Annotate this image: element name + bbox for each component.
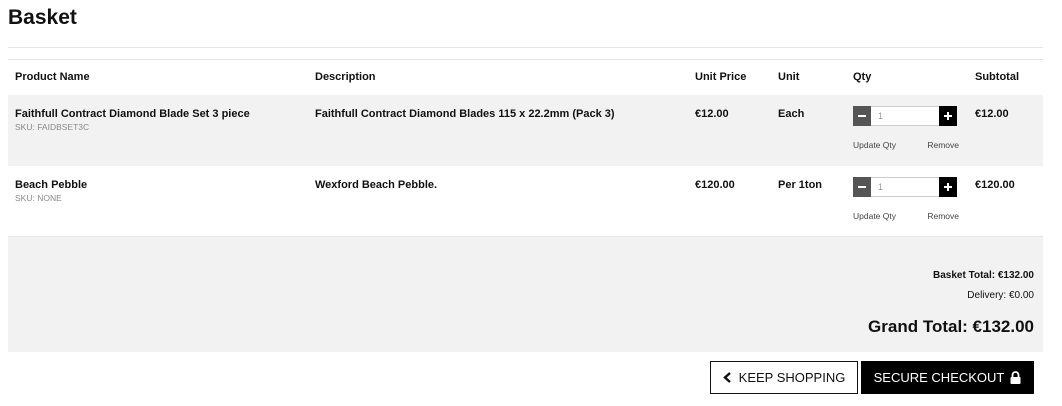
- subtotal: €120.00: [968, 165, 1043, 237]
- header-unit: Unit: [771, 59, 846, 95]
- unit-price: €120.00: [688, 165, 771, 237]
- header-qty: Qty: [846, 59, 968, 95]
- qty-increase-button[interactable]: [939, 105, 957, 126]
- qty-input[interactable]: [871, 105, 939, 126]
- header-description: Description: [308, 59, 688, 95]
- quantity-stepper: [853, 105, 968, 127]
- secure-checkout-button[interactable]: SECURE CHECKOUT: [861, 361, 1034, 394]
- remove-link[interactable]: Remove: [927, 140, 959, 150]
- delivery-cost: Delivery: €0.00: [967, 290, 1034, 301]
- totals-panel: Basket Total: €132.00 Delivery: €0.00 Gr…: [8, 237, 1043, 352]
- qty-cell: Update Qty Remove: [846, 165, 968, 237]
- update-qty-link[interactable]: Update Qty: [853, 211, 896, 221]
- table-row: Beach Pebble SKU: NONE Wexford Beach Peb…: [8, 165, 1043, 237]
- product-description: Faithfull Contract Diamond Blades 115 x …: [308, 94, 688, 166]
- qty-input[interactable]: [871, 176, 939, 197]
- qty-decrease-button[interactable]: [853, 176, 871, 197]
- product-cell: Faithfull Contract Diamond Blade Set 3 p…: [8, 94, 308, 166]
- title-divider: [8, 47, 1043, 48]
- product-sku: SKU: NONE: [15, 192, 62, 203]
- minus-icon: [858, 114, 866, 117]
- keep-shopping-button[interactable]: KEEP SHOPPING: [710, 361, 858, 394]
- unit: Per 1ton: [771, 165, 846, 237]
- table-header-row: Product Name Description Unit Price Unit…: [8, 59, 1043, 95]
- product-name: Faithfull Contract Diamond Blade Set 3 p…: [15, 107, 250, 120]
- qty-cell: Update Qty Remove: [846, 94, 968, 166]
- keep-shopping-label: KEEP SHOPPING: [738, 370, 846, 385]
- qty-increase-button[interactable]: [939, 176, 957, 197]
- quantity-stepper: [853, 176, 968, 198]
- remove-link[interactable]: Remove: [927, 211, 959, 221]
- grand-total: Grand Total: €132.00: [868, 317, 1034, 336]
- unit: Each: [771, 94, 846, 166]
- header-product-name: Product Name: [8, 59, 308, 95]
- product-sku: SKU: FAIDBSET3C: [15, 121, 90, 132]
- subtotal: €12.00: [968, 94, 1043, 166]
- product-cell: Beach Pebble SKU: NONE: [8, 165, 308, 237]
- basket-table: Product Name Description Unit Price Unit…: [8, 59, 1043, 237]
- header-unit-price: Unit Price: [688, 59, 771, 95]
- plus-icon: [944, 182, 952, 191]
- qty-decrease-button[interactable]: [853, 105, 871, 126]
- update-qty-link[interactable]: Update Qty: [853, 140, 896, 150]
- table-row: Faithfull Contract Diamond Blade Set 3 p…: [8, 94, 1043, 166]
- product-name: Beach Pebble: [15, 178, 88, 191]
- page-title: Basket: [8, 6, 77, 29]
- lock-icon: [1010, 371, 1021, 384]
- header-subtotal: Subtotal: [968, 59, 1043, 95]
- unit-price: €12.00: [688, 94, 771, 166]
- chevron-left-icon: [722, 372, 731, 383]
- minus-icon: [858, 185, 866, 188]
- plus-icon: [944, 111, 952, 120]
- secure-checkout-label: SECURE CHECKOUT: [873, 370, 1005, 385]
- basket-total: Basket Total: €132.00: [933, 270, 1034, 281]
- product-description: Wexford Beach Pebble.: [308, 165, 688, 237]
